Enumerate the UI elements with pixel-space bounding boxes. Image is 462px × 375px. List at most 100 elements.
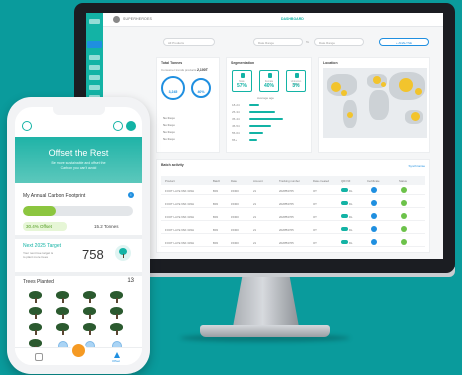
world-map[interactable]	[323, 68, 427, 138]
column-header[interactable]: Product	[165, 179, 175, 183]
sidebar-item-new[interactable]	[87, 41, 102, 48]
date-range-start[interactable]: Date Range	[253, 38, 303, 46]
status-icon	[401, 213, 407, 219]
qr-tag[interactable]	[341, 227, 348, 231]
tree-target-value: 758	[82, 247, 104, 262]
certificate-icon[interactable]	[371, 239, 377, 245]
sidebar-item-dashboard[interactable]	[89, 55, 100, 60]
offset-fab-button[interactable]	[70, 342, 87, 359]
table-row[interactable]: FOOT LAYE 6SK 333H B03 15300 21 202PB3765 OT D…	[161, 225, 425, 234]
logo-icon[interactable]	[22, 121, 32, 131]
table-cell: 21	[253, 241, 257, 245]
tonnes-chip: 15.2 Tonnes	[94, 224, 119, 229]
table-row[interactable]: FOOT LAYE 6SK 333H B03 15300 21 202PB3765 OT D…	[161, 238, 425, 247]
column-header[interactable]: Date	[231, 179, 237, 183]
card-subtitle: Consumer trends products	[161, 68, 197, 72]
qr-tag[interactable]	[341, 201, 348, 205]
tab-home-icon[interactable]	[35, 353, 43, 361]
table-cell: FOOT LAYE 6SK 333H	[165, 228, 194, 232]
tree-icon	[115, 245, 131, 261]
table-cell: FOOT LAYE 6SK 333H	[165, 202, 194, 206]
table-cell: OT	[313, 215, 317, 219]
qr-tag[interactable]	[341, 214, 348, 218]
segmentation-card: Segmentation Male 57% Female 40% Unknown…	[226, 57, 312, 153]
profile-avatar-icon[interactable]	[126, 121, 136, 131]
status-icon	[401, 239, 407, 245]
column-header[interactable]: Batch	[213, 179, 220, 183]
table-cell: DL	[349, 215, 353, 219]
tree-icon	[110, 323, 123, 336]
divider	[15, 272, 142, 276]
map-bubble[interactable]	[399, 78, 413, 92]
column-header[interactable]: QR/VIZ	[341, 179, 350, 183]
tree-target-title: Next 2025 Target	[23, 243, 61, 249]
menu-icon[interactable]	[89, 19, 100, 24]
table-cell: 21	[253, 215, 257, 219]
tab-offset-icon[interactable]	[114, 352, 120, 358]
table-cell: 21	[253, 228, 257, 232]
table-row[interactable]: FOOT LAYE 6SK 333H B03 15300 21 202PB3765 OT D…	[161, 186, 425, 195]
tree-icon	[83, 291, 96, 304]
table-cell: 15300	[231, 228, 239, 232]
monitor-stand-neck	[233, 277, 299, 327]
to-label: To	[306, 40, 310, 44]
sidebar-item-reports[interactable]	[89, 85, 100, 90]
sidebar-item-products[interactable]	[89, 65, 100, 70]
notification-icon[interactable]	[113, 121, 123, 131]
table-cell: DL	[349, 189, 353, 193]
status-icon	[401, 226, 407, 232]
map-bubble[interactable]	[373, 76, 381, 84]
table-cell: 21	[253, 189, 257, 193]
age-title: Average age	[257, 96, 274, 100]
column-header[interactable]: Date created	[313, 179, 329, 183]
certificate-icon[interactable]	[371, 200, 377, 206]
age-label: 55-64	[232, 131, 240, 135]
date-range-end[interactable]: Date Range	[314, 38, 364, 46]
analyse-button[interactable]: + ANALYSE	[379, 38, 429, 46]
tonnes-ring: 3,245	[161, 76, 185, 100]
percent-ring: 40%	[191, 78, 211, 98]
logo-icon	[113, 16, 120, 23]
product-select[interactable]: All Products	[163, 38, 215, 46]
map-bubble[interactable]	[411, 112, 420, 121]
tree-icon	[83, 307, 96, 320]
trees-planted-title: Trees Planted	[23, 279, 54, 285]
map-bubble[interactable]	[341, 90, 347, 96]
monitor-stand-base	[200, 325, 330, 337]
card-title: Location	[323, 61, 338, 65]
column-header[interactable]: Amount	[253, 179, 263, 183]
qr-tag[interactable]	[341, 188, 348, 192]
certificate-icon[interactable]	[371, 187, 377, 193]
table-cell: OT	[313, 189, 317, 193]
segment-unknown: Unknown gender 3%	[286, 70, 306, 92]
certificate-icon[interactable]	[371, 213, 377, 219]
tree-icon	[83, 323, 96, 336]
location-card: Location	[318, 57, 430, 153]
info-icon[interactable]: i	[128, 192, 134, 198]
tree-target-desc: to plant more trees	[23, 255, 49, 259]
synchronise-link[interactable]: Synchronise	[408, 164, 425, 168]
footprint-progress-fill	[23, 206, 56, 216]
map-bubble[interactable]	[331, 82, 341, 92]
map-bubble[interactable]	[415, 88, 422, 95]
sidebar-item-batches[interactable]	[89, 75, 100, 80]
map-bubble[interactable]	[347, 112, 353, 118]
certificate-icon[interactable]	[371, 226, 377, 232]
phone-header	[15, 115, 142, 137]
table-cell: FOOT LAYE 6SK 333H	[165, 241, 194, 245]
divider	[15, 235, 142, 239]
table-row[interactable]: FOOT LAYE 6SK 333H B03 15300 21 202PB3765 OT D…	[161, 212, 425, 221]
segment-male: Male 57%	[232, 70, 252, 92]
table-cell: B03	[213, 189, 218, 193]
qr-tag[interactable]	[341, 240, 348, 244]
column-header[interactable]: Tracking number	[279, 179, 300, 183]
map-bubble[interactable]	[381, 82, 386, 87]
phone-notch	[53, 107, 105, 115]
column-header[interactable]: Certificate	[367, 179, 380, 183]
filter-icon	[295, 73, 299, 78]
segment-female: Female 40%	[259, 70, 279, 92]
tab-offset-label[interactable]: Offset	[112, 359, 120, 363]
tree-icon	[29, 323, 42, 336]
column-header[interactable]: Status	[399, 179, 407, 183]
table-row[interactable]: FOOT LAYE 6SK 333H B03 15300 21 202PB3765 OT D…	[161, 199, 425, 208]
